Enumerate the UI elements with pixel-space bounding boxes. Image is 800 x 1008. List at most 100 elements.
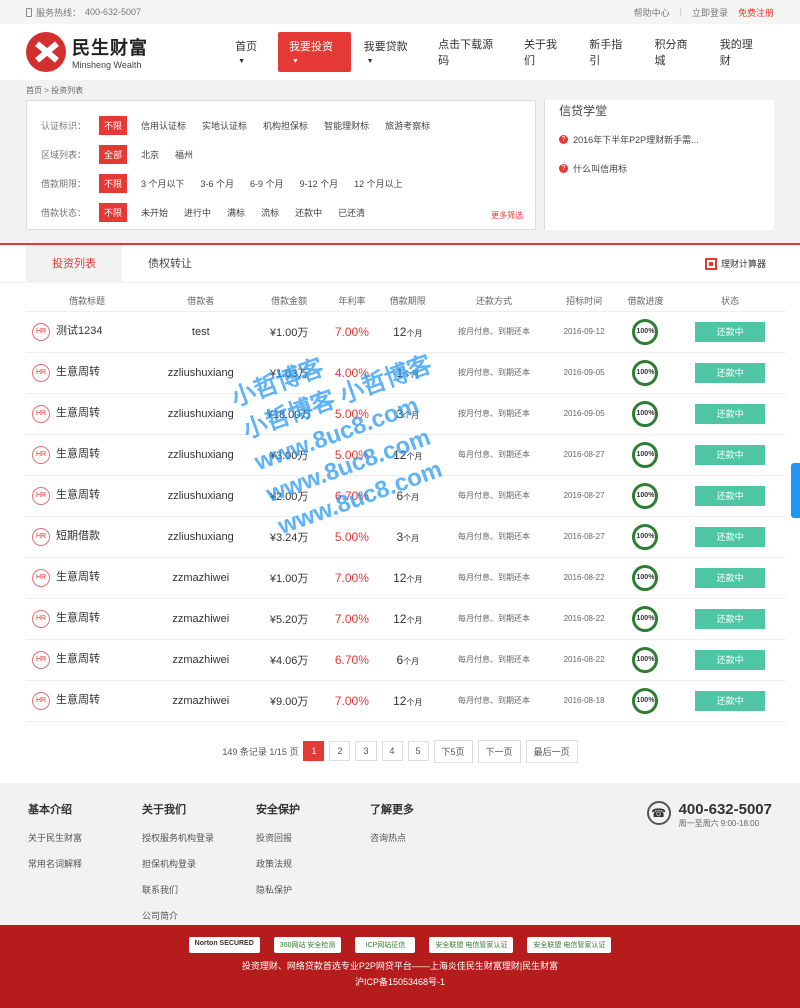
progress-circle: 100% — [632, 318, 659, 345]
nav-invest[interactable]: 我要投资▼ — [278, 32, 351, 72]
table-row[interactable]: HR 生意周转 zzliushuxiang ¥3.00万 5.00% 12个月 每月付息、到… — [26, 434, 786, 476]
footer-link[interactable]: 投资回报 — [256, 831, 370, 844]
pagination: 149 条记录 1/15 页 1 2 3 4 5 下5页 下一页 最后一页 — [0, 739, 800, 763]
filter-option[interactable]: 3-6 个月 — [201, 177, 235, 190]
nav-home[interactable]: 首页▼ — [224, 32, 276, 72]
table-row[interactable]: HR 生意周转 zzliushuxiang ¥1.03万 4.00% 1个月 按月付息、到期… — [26, 352, 786, 394]
loan-title[interactable]: HR 生意周转 — [26, 352, 149, 394]
footer-link[interactable]: 授权服务机构登录 — [142, 831, 256, 844]
nav-guide[interactable]: 新手指引 — [578, 30, 641, 74]
filter-option[interactable]: 机构担保标 — [263, 119, 308, 132]
status-button[interactable]: 还款中 — [695, 608, 766, 629]
icp-badge[interactable]: ICP网站征信 — [355, 937, 416, 953]
footer-link[interactable]: 担保机构登录 — [142, 857, 256, 870]
login-link[interactable]: 立即登录 — [692, 6, 728, 19]
nav-my-finance[interactable]: 我的理财 — [709, 30, 772, 74]
footer-link[interactable]: 常用名词解释 — [28, 857, 142, 870]
progress-cell: 100% — [616, 352, 675, 394]
last-page-button[interactable]: 最后一页 — [525, 739, 578, 763]
status-button[interactable]: 还款中 — [695, 403, 766, 424]
filter-option[interactable]: 福州 — [175, 148, 193, 161]
more-filter-link[interactable]: 更多筛选 — [491, 210, 523, 221]
norton-badge[interactable]: Norton SECURED — [188, 937, 260, 953]
rate: 6.70% — [324, 475, 380, 517]
table-row[interactable]: HR 短期借款 zzliushuxiang ¥3.24万 5.00% 3个月 每月付息、到期… — [26, 516, 786, 558]
loan-title[interactable]: HR 生意周转 — [26, 598, 149, 640]
next-page-button[interactable]: 下一页 — [477, 739, 521, 763]
filter-option[interactable]: 实地认证标 — [202, 119, 247, 132]
filter-option[interactable]: 进行中 — [184, 206, 211, 219]
status-button[interactable]: 还款中 — [695, 649, 766, 670]
filter-option[interactable]: 全部 — [99, 145, 128, 164]
filter-option[interactable]: 3 个月以下 — [141, 177, 185, 190]
tab-investment-list[interactable]: 投资列表 — [26, 244, 122, 283]
page-button[interactable]: 3 — [355, 741, 377, 761]
calculator-link[interactable]: 理财计算器 — [704, 257, 766, 270]
filter-option[interactable]: 12 个月以上 — [354, 177, 403, 190]
service-hours: 周一至周六 9:00-18:00 — [678, 819, 760, 828]
nav-loan[interactable]: 我要贷款▼ — [353, 32, 426, 72]
table-row[interactable]: HR 生意周转 zzmazhiwei ¥5.20万 7.00% 12个月 每月付息、到期还本… — [26, 598, 786, 640]
page-button[interactable]: 5 — [407, 741, 429, 761]
page-button[interactable]: 1 — [303, 741, 325, 761]
nav-about[interactable]: 关于我们 — [513, 30, 576, 74]
table-row[interactable]: HR 生意周转 zzmazhiwei ¥4.06万 6.70% 6个月 每月付息、到期还本 2… — [26, 639, 786, 681]
filter-option[interactable]: 还款中 — [295, 206, 322, 219]
table-row[interactable]: HR 生意周转 zzmazhiwei ¥9.00万 7.00% 12个月 每月付息、到期还本… — [26, 680, 786, 722]
filter-option[interactable]: 智能理财标 — [324, 119, 369, 132]
table-row[interactable]: HR 生意周转 zzliushuxiang ¥2.00万 6.70% 6个月 每月付息、到期… — [26, 475, 786, 517]
side-service-tab[interactable] — [791, 463, 800, 518]
filter-option[interactable]: 信用认证标 — [141, 119, 186, 132]
footer-link[interactable]: 关于民生财富 — [28, 831, 142, 844]
loan-title[interactable]: HR 生意周转 — [26, 475, 149, 517]
status-button[interactable]: 还款中 — [695, 690, 766, 711]
footer-link[interactable]: 联系我们 — [142, 883, 256, 896]
logo[interactable]: 民生财富 Minsheng Wealth — [26, 32, 208, 72]
help-center-link[interactable]: 帮助中心 — [634, 6, 670, 19]
security-alliance-badge-2[interactable]: 安全联盟 电信管家认证 — [527, 937, 612, 953]
status-button[interactable]: 还款中 — [695, 321, 766, 342]
status-button[interactable]: 还款中 — [695, 362, 766, 383]
loan-title[interactable]: HR 短期借款 — [26, 516, 149, 558]
next-5-pages-button[interactable]: 下5页 — [433, 739, 473, 763]
filter-option[interactable]: 旅游考察标 — [385, 119, 430, 132]
page-button[interactable]: 2 — [329, 741, 351, 761]
filter-option[interactable]: 不限 — [99, 116, 128, 135]
loan-title[interactable]: HR 生意周转 — [26, 639, 149, 681]
footer-link[interactable]: 政策法规 — [256, 857, 370, 870]
filter-option[interactable]: 不限 — [99, 203, 128, 222]
school-item[interactable]: ? 什么叫信用标 — [559, 162, 760, 175]
filter-option[interactable]: 已还清 — [338, 206, 365, 219]
filter-option[interactable]: 满标 — [227, 206, 245, 219]
security-alliance-badge[interactable]: 安全联盟 电信管家认证 — [429, 937, 514, 953]
loan-title[interactable]: HR 测试1234 — [26, 311, 149, 353]
tab-debt-transfer[interactable]: 债权转让 — [122, 245, 218, 283]
register-link[interactable]: 免费注册 — [738, 6, 774, 19]
filter-option[interactable]: 不限 — [99, 174, 128, 193]
footer-link[interactable]: 咨询热点 — [370, 831, 484, 844]
table-row[interactable]: HR 测试1234 test ¥1.00万 7.00% 12个月 按月付息、到期还本 2016… — [26, 311, 786, 353]
loan-title[interactable]: HR 生意周转 — [26, 393, 149, 435]
filter-option[interactable]: 流标 — [261, 206, 279, 219]
table-row[interactable]: HR 生意周转 zzmazhiwei ¥1.00万 7.00% 12个月 每月付息、到期还本… — [26, 557, 786, 599]
loan-title[interactable]: HR 生意周转 — [26, 557, 149, 599]
status-button[interactable]: 还款中 — [695, 485, 766, 506]
loan-title[interactable]: HR 生意周转 — [26, 434, 149, 476]
table-row[interactable]: HR 生意周转 zzliushuxiang ¥18.00万 5.00% 3个月 按月付息、到… — [26, 393, 786, 435]
filter-option[interactable]: 北京 — [141, 148, 159, 161]
status-button[interactable]: 还款中 — [695, 444, 766, 465]
column-header: 借款者 — [148, 291, 254, 312]
page-button[interactable]: 4 — [381, 741, 403, 761]
security-check-badge[interactable]: 360网站 安全检测 — [273, 937, 342, 953]
footer-link[interactable]: 公司简介 — [142, 909, 256, 922]
status-button[interactable]: 还款中 — [695, 567, 766, 588]
filter-option[interactable]: 9-12 个月 — [300, 177, 339, 190]
nav-download[interactable]: 点击下载源码 — [427, 30, 511, 74]
footer-link[interactable]: 隐私保护 — [256, 883, 370, 896]
filter-option[interactable]: 6-9 个月 — [250, 177, 284, 190]
loan-title[interactable]: HR 生意周转 — [26, 680, 149, 722]
filter-option[interactable]: 未开始 — [141, 206, 168, 219]
status-button[interactable]: 还款中 — [695, 526, 766, 547]
school-item[interactable]: ? 2016年下半年P2P理财新手需... — [559, 133, 760, 146]
nav-mall[interactable]: 积分商城 — [644, 30, 707, 74]
